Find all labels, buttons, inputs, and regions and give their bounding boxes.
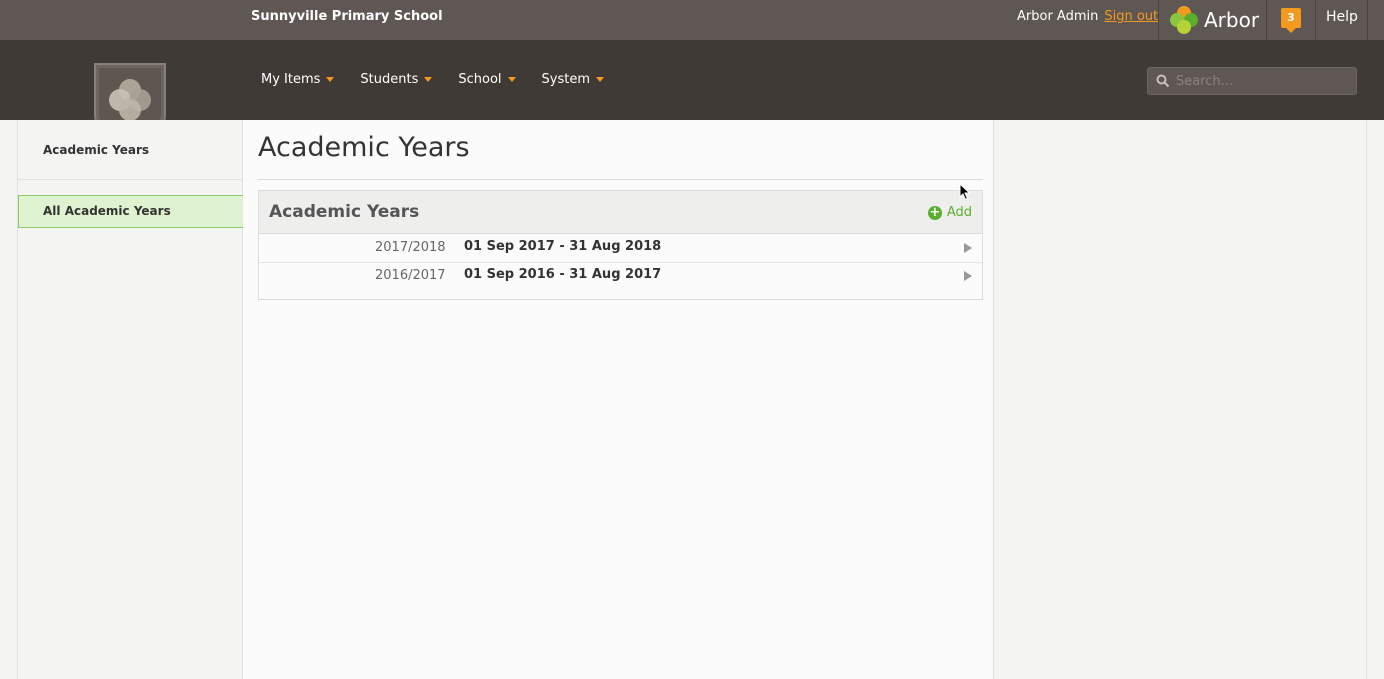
add-label: Add (946, 205, 972, 220)
caret-down-icon (507, 77, 516, 82)
nav-system[interactable]: System (541, 72, 605, 87)
academic-years-panel: Academic Years + Add 2017/2018 01 Sep 20… (258, 190, 983, 300)
caret-down-icon (596, 77, 605, 82)
academic-year: 2016/2017 (375, 268, 446, 283)
table-row[interactable]: 2017/2018 01 Sep 2017 - 31 Aug 2018 (259, 234, 982, 262)
nav-school[interactable]: School (458, 72, 516, 87)
plus-circle-icon: + (927, 204, 942, 220)
user-name: Arbor Admin (1017, 9, 1099, 24)
search-input[interactable] (1176, 71, 1351, 91)
academic-year: 2017/2018 (375, 240, 446, 255)
brand-name: Arbor (1204, 8, 1260, 32)
nav-label: My Items (261, 72, 321, 87)
search-icon (1156, 74, 1170, 88)
panel-header: Academic Years + Add (259, 191, 982, 234)
add-button[interactable]: + Add (927, 204, 972, 220)
chevron-right-icon (964, 271, 972, 281)
divider (1158, 0, 1159, 40)
main-content: Academic Years Academic Years + Add 2017… (243, 120, 994, 679)
sidebar: Academic Years All Academic Years (17, 120, 255, 679)
nav-label: System (541, 72, 591, 87)
chevron-right-icon (964, 243, 972, 253)
divider (1367, 0, 1368, 40)
search-box (1147, 67, 1357, 95)
caret-down-icon (326, 77, 335, 82)
panel-title: Academic Years (269, 202, 420, 222)
page-title: Academic Years (258, 132, 470, 163)
caret-down-icon (424, 77, 433, 82)
divider (1266, 0, 1267, 40)
nav-students[interactable]: Students (360, 72, 433, 87)
arbor-leaf-icon (1170, 6, 1198, 34)
top-bar: Sunnyville Primary School Arbor Admin Sig… (0, 0, 1384, 40)
date-range: 01 Sep 2017 - 31 Aug 2018 (464, 239, 662, 254)
sidebar-item-label: All Academic Years (43, 204, 171, 218)
arbor-logo[interactable]: Arbor (1168, 3, 1259, 37)
mouse-pointer-icon (959, 183, 971, 201)
notification-badge[interactable]: 3 (1281, 8, 1301, 33)
right-panel (994, 120, 1367, 679)
school-name: Sunnyville Primary School (251, 9, 443, 24)
nav-label: Students (360, 72, 419, 87)
sidebar-item-all-academic-years[interactable]: All Academic Years (18, 195, 255, 228)
sign-out-link[interactable]: Sign out (1104, 9, 1158, 24)
nav-my-items[interactable]: My Items (261, 72, 335, 87)
divider (18, 179, 243, 180)
table-row[interactable]: 2016/2017 01 Sep 2016 - 31 Aug 2017 (259, 262, 982, 290)
divider (258, 179, 983, 180)
divider (1315, 0, 1316, 40)
help-link[interactable]: Help (1326, 9, 1358, 25)
user-area: Arbor Admin Sign out (1017, 9, 1158, 24)
nav-label: School (458, 72, 502, 87)
nav-menu: My Items Students School System (261, 72, 630, 87)
sidebar-title: Academic Years (43, 143, 150, 157)
date-range: 01 Sep 2016 - 31 Aug 2017 (464, 267, 662, 282)
main-nav-bar: My Items Students School System (0, 40, 1384, 154)
